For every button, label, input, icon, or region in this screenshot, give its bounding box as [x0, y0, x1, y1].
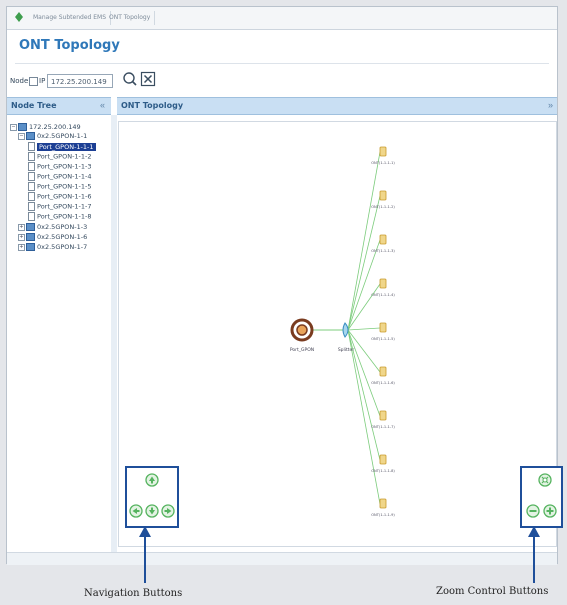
- navigation-annotation: Navigation Buttons: [84, 588, 183, 599]
- zoom-annotation: Zoom Control Buttons: [436, 586, 549, 597]
- annotation-arrows: [139, 526, 540, 583]
